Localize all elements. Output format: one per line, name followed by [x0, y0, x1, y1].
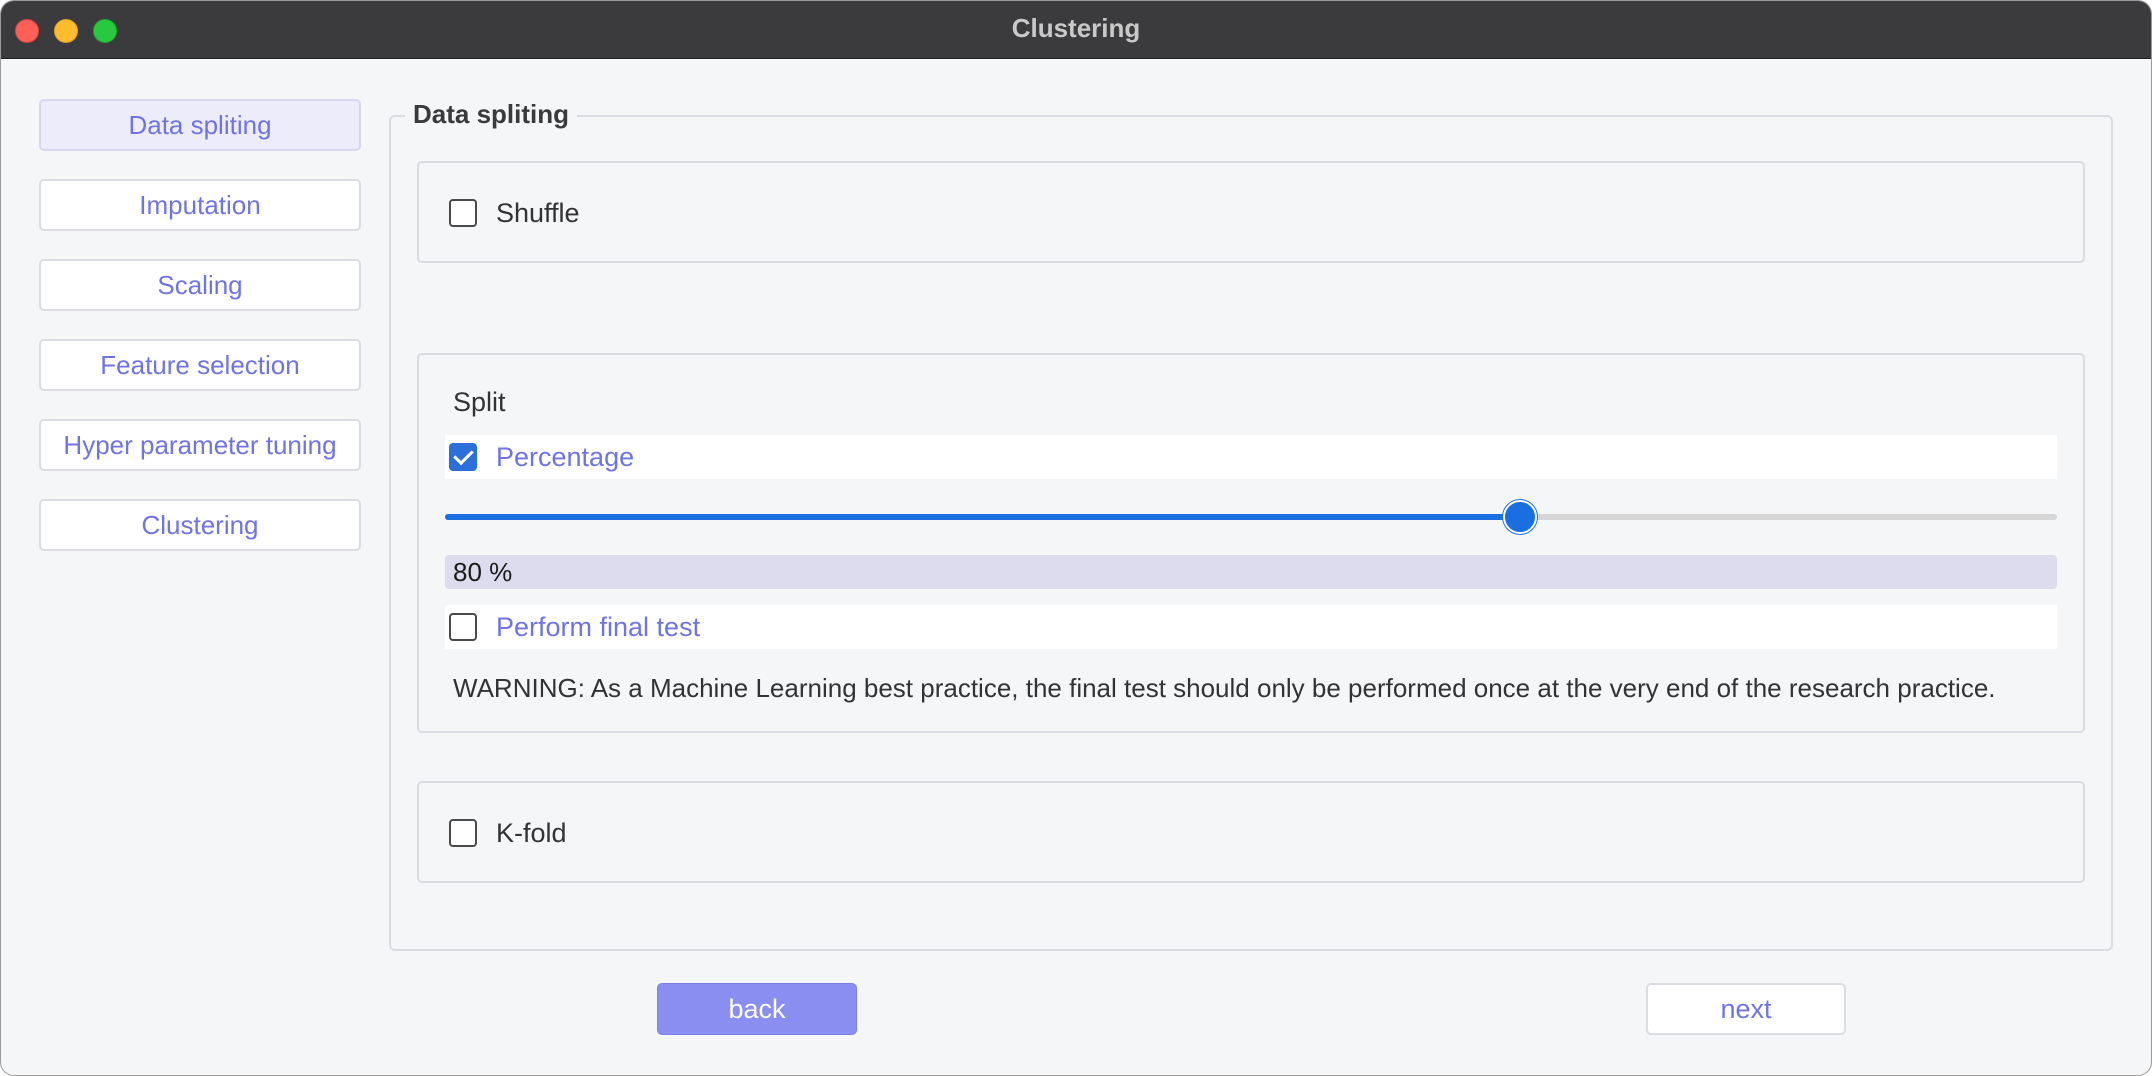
shuffle-label[interactable]: Shuffle [496, 198, 580, 229]
back-button[interactable]: back [657, 983, 857, 1035]
slider-handle[interactable] [1503, 500, 1537, 534]
app-window: Clustering Data spliting Imputation Scal… [0, 0, 2152, 1076]
final-test-checkbox[interactable] [449, 613, 477, 641]
sidebar-item-clustering[interactable]: Clustering [39, 499, 361, 551]
slider-fill [445, 514, 1520, 520]
percentage-checkbox[interactable] [449, 443, 477, 471]
sidebar-item-hyper-parameter-tuning[interactable]: Hyper parameter tuning [39, 419, 361, 471]
shuffle-checkbox[interactable] [449, 199, 477, 227]
sidebar-item-data-spliting[interactable]: Data spliting [39, 99, 361, 151]
split-value-display: 80 % [445, 555, 2057, 589]
percentage-row[interactable] [445, 435, 2057, 479]
kfold-panel [417, 781, 2085, 883]
next-button[interactable]: next [1646, 983, 1846, 1035]
percentage-label[interactable]: Percentage [496, 442, 634, 473]
window-title: Clustering [1011, 13, 1141, 43]
kfold-label[interactable]: K-fold [496, 818, 567, 849]
group-title: Data spliting [405, 99, 578, 130]
sidebar-item-scaling[interactable]: Scaling [39, 259, 361, 311]
kfold-checkbox[interactable] [449, 819, 477, 847]
sidebar-item-feature-selection[interactable]: Feature selection [39, 339, 361, 391]
shuffle-panel [417, 161, 2085, 263]
title-bar: Clustering [1, 1, 2151, 59]
final-test-label[interactable]: Perform final test [496, 612, 700, 643]
split-heading: Split [453, 387, 506, 417]
split-slider[interactable] [445, 500, 2057, 534]
sidebar-item-imputation[interactable]: Imputation [39, 179, 361, 231]
warning-text: WARNING: As a Machine Learning best prac… [453, 673, 1996, 703]
